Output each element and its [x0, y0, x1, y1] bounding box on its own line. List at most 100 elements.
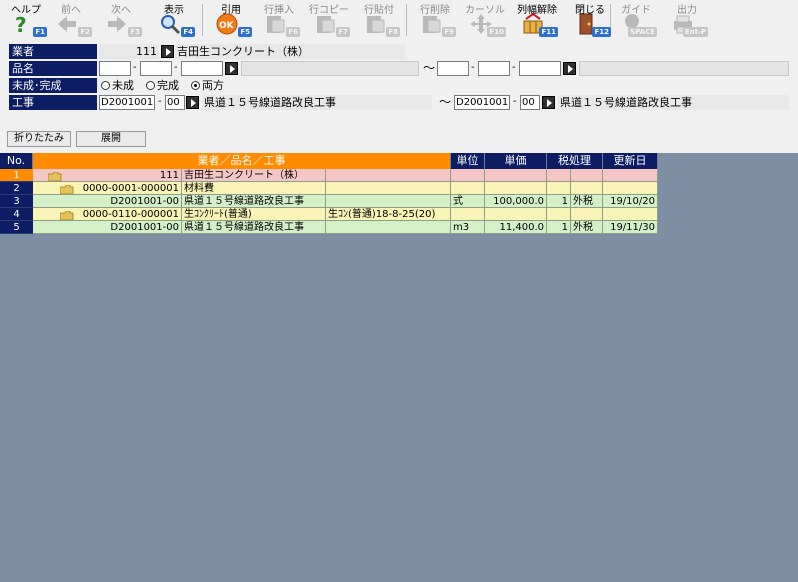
toolbar-output-button[interactable]: 出力 Ent-P: [664, 0, 710, 40]
row-number[interactable]: 2: [0, 182, 33, 195]
radio-both[interactable]: 両方: [191, 79, 224, 93]
vendor-code[interactable]: 111: [99, 44, 159, 59]
expand-button[interactable]: 展開: [76, 131, 146, 147]
toolbar-cursor-button[interactable]: カーソル F10: [462, 0, 508, 40]
cell-name: 県道１５号線道路改良工事: [182, 195, 326, 208]
folder-icon[interactable]: [59, 210, 74, 221]
radio-dot: [101, 81, 110, 90]
col-header-price[interactable]: 単価: [485, 153, 547, 169]
table-row[interactable]: 4 0000-0110-000001 生ｺﾝｸﾘｰﾄ(普通) 生ｺﾝ(普通)18-8-…: [0, 208, 658, 221]
cell-name: 生ｺﾝｸﾘｰﾄ(普通): [182, 208, 326, 221]
work-from-code-input[interactable]: D2001001: [99, 95, 155, 110]
cell-spec: [326, 182, 451, 195]
cell-qty: [547, 208, 571, 221]
row-number[interactable]: 4: [0, 208, 33, 221]
table-row[interactable]: 5 D2001001-00 県道１５号線道路改良工事 m3 11,400.0 1 外税 19/…: [0, 221, 658, 234]
radio-incomplete[interactable]: 未成: [101, 79, 134, 93]
toolbar: ヘルプ? F1 前へ F2 次へ F3 表示 F4 引用 OK F5 行挿入 F6 行コピー F7 行貼付 F8…: [0, 0, 798, 40]
work-from-name: 県道１５号線道路改良工事: [202, 95, 432, 110]
folder-icon[interactable]: [59, 184, 74, 195]
col-header-tax[interactable]: 税処理: [547, 153, 603, 169]
table-row[interactable]: 2 0000-0001-000001 材料費: [0, 182, 658, 195]
item-code-3-input[interactable]: [181, 61, 223, 76]
toolbar-prev-button[interactable]: 前へ F2: [48, 0, 94, 40]
col-header-no[interactable]: No.: [0, 153, 33, 169]
arrow-left-icon: [56, 13, 78, 35]
cell-tax: [571, 182, 603, 195]
row-number[interactable]: 5: [0, 221, 33, 234]
toolbar-display-button[interactable]: 表示 F4: [151, 0, 197, 40]
arrow-right-icon: [106, 13, 128, 35]
row-insert-icon: [264, 13, 286, 35]
toolbar-col-width-button[interactable]: 列幅解除 F11: [514, 0, 560, 40]
table-row[interactable]: 1 111 吉田生コンクリート（株）: [0, 169, 658, 182]
vendor-row: 業者 111 吉田生コンクリート（株）: [9, 44, 789, 59]
cell-price: [485, 208, 547, 221]
work-from-sub-input[interactable]: 00: [165, 95, 185, 110]
item-code-2-input[interactable]: [140, 61, 172, 76]
toolbar-next-button[interactable]: 次へ F3: [98, 0, 144, 40]
cell-code: D2001001-00: [33, 195, 182, 208]
col-header-main[interactable]: 業者／品名／工事: [33, 153, 451, 169]
svg-text:?: ?: [15, 13, 27, 35]
help-icon: ?: [11, 13, 33, 37]
toolbar-row-copy-button[interactable]: 行コピー F7: [306, 0, 352, 40]
dash: -: [512, 62, 516, 73]
collapse-button[interactable]: 折りたたみ: [7, 131, 71, 147]
toolbar-row-insert-button[interactable]: 行挿入 F6: [256, 0, 302, 40]
row-number[interactable]: 1: [0, 169, 33, 182]
radio-label: 完成: [157, 79, 179, 92]
status-row: 未成･完成 未成 完成 両方: [9, 78, 789, 93]
function-key-badge: F11: [539, 27, 558, 37]
item-code-1-input[interactable]: [99, 61, 131, 76]
toolbar-cite-button[interactable]: 引用 OK F5: [208, 0, 254, 40]
cell-tax: [571, 208, 603, 221]
work-row: 工事 D2001001 - 00 県道１５号線道路改良工事 ～ D2001001…: [9, 95, 789, 110]
cell-date: [603, 182, 658, 195]
toolbar-close-button[interactable]: 閉じる F12: [567, 0, 613, 40]
item-label: 品名: [9, 61, 97, 76]
toolbar-guide-button[interactable]: ガイド SPACE: [613, 0, 659, 40]
toolbar-row-delete-button[interactable]: 行削除 F9: [412, 0, 458, 40]
cell-spec: [326, 221, 451, 234]
col-header-updated[interactable]: 更新日: [603, 153, 658, 169]
work-to-sub-input[interactable]: 00: [520, 95, 540, 110]
toolbar-help-button[interactable]: ヘルプ? F1: [3, 0, 49, 40]
item-to-lookup-button[interactable]: [563, 62, 576, 75]
item-to-code-3-input[interactable]: [519, 61, 561, 76]
item-to-code-1-input[interactable]: [437, 61, 469, 76]
svg-text:OK: OK: [219, 21, 235, 31]
vendor-lookup-button[interactable]: [161, 45, 174, 58]
cell-price: [485, 182, 547, 195]
dash: -: [471, 62, 475, 73]
work-to-code-input[interactable]: D2001001: [454, 95, 510, 110]
function-key-badge: F6: [286, 27, 300, 37]
range-tilde: ～: [423, 61, 436, 75]
cell-unit: [451, 182, 485, 195]
cell-name: 県道１５号線道路改良工事: [182, 221, 326, 234]
radio-dot-selected: [191, 81, 200, 90]
item-from-lookup-button[interactable]: [225, 62, 238, 75]
cell-code: 0000-0001-000001: [33, 182, 182, 195]
cell-date: [603, 169, 658, 182]
cell-date: 19/11/30: [603, 221, 658, 234]
cell-spec: [326, 195, 451, 208]
item-from-name: [241, 61, 419, 76]
cell-unit: m3: [451, 221, 485, 234]
col-header-unit[interactable]: 単位: [451, 153, 485, 169]
work-from-lookup-button[interactable]: [186, 96, 199, 109]
item-row: 品名 - - ～ - -: [9, 61, 789, 76]
item-to-name: [579, 61, 789, 76]
radio-complete[interactable]: 完成: [146, 79, 179, 93]
folder-icon[interactable]: [47, 171, 62, 182]
toolbar-row-paste-button[interactable]: 行貼付 F8: [356, 0, 402, 40]
cell-date: [603, 208, 658, 221]
toolbar-separator: [406, 4, 407, 36]
item-to-code-2-input[interactable]: [478, 61, 510, 76]
vendor-label: 業者: [9, 44, 97, 59]
cell-qty: [547, 169, 571, 182]
work-to-lookup-button[interactable]: [542, 96, 555, 109]
table-row[interactable]: 3 D2001001-00 県道１５号線道路改良工事 式 100,000.0 1 外税 19/…: [0, 195, 658, 208]
row-number[interactable]: 3: [0, 195, 33, 208]
dash: -: [513, 96, 517, 107]
